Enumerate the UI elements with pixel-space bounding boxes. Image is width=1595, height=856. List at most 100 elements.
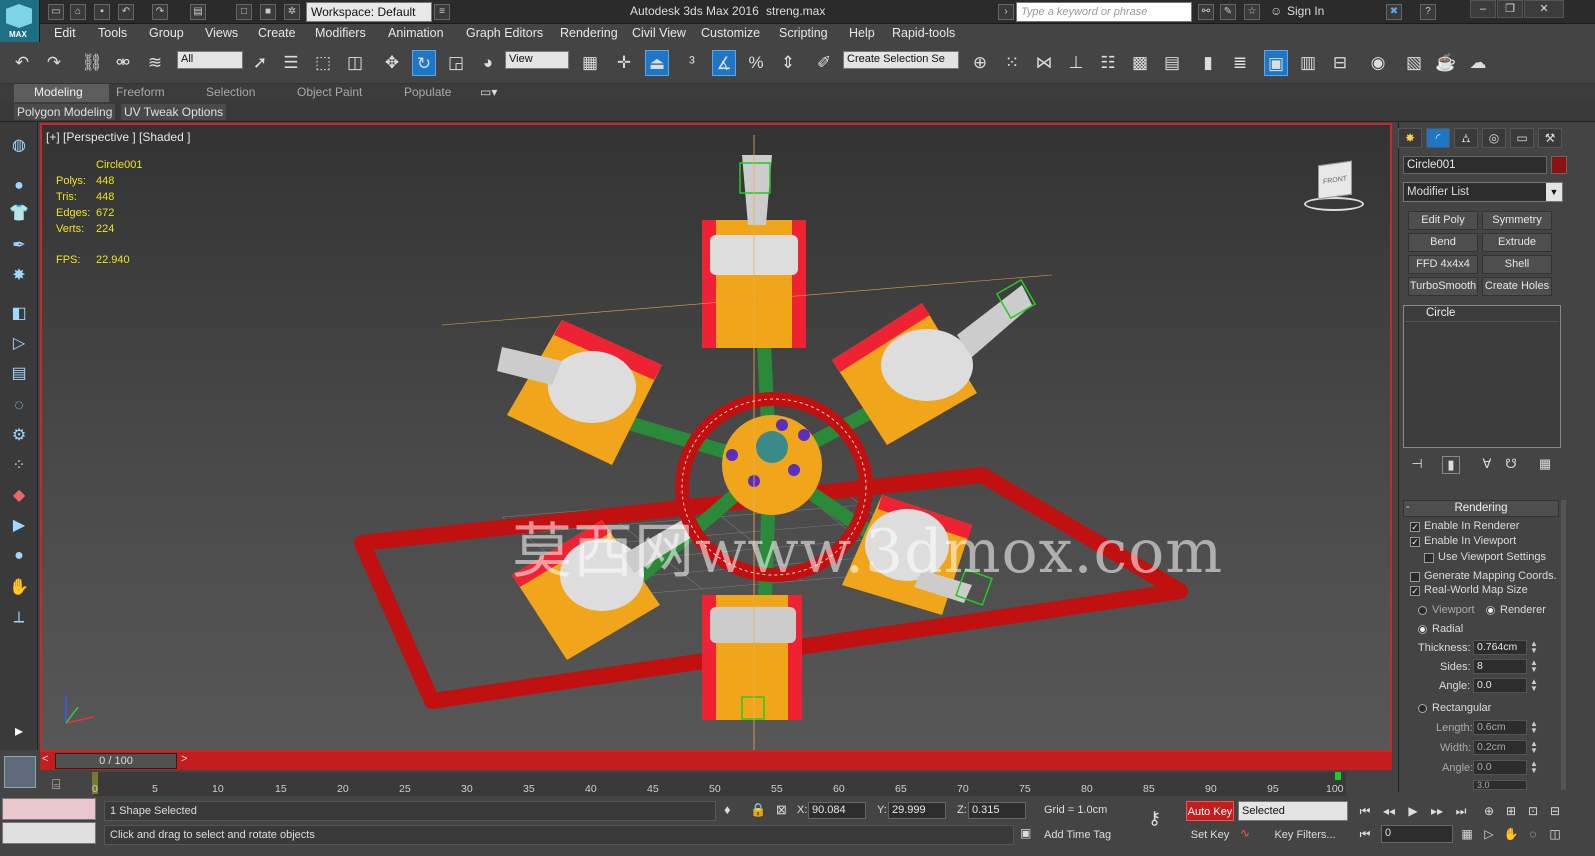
percent-snap-icon[interactable]: % (744, 50, 768, 76)
create-tab-icon[interactable]: ✸ (1398, 128, 1422, 148)
rectangle-selection-icon[interactable]: ⬚ (311, 50, 335, 76)
perspective-viewport[interactable]: [+] [Perspective ] [Shaded ] Circle001 P… (40, 123, 1392, 752)
isolate-icon[interactable]: ♦ (724, 802, 731, 817)
workspace-dropdown[interactable]: Workspace: Default (306, 2, 432, 22)
close-button[interactable]: ✕ (1524, 0, 1564, 18)
bind-space-warp-icon[interactable]: ≋ (143, 50, 167, 76)
snaps-toggle-icon[interactable]: ³ (680, 50, 704, 76)
previous-frame-icon[interactable]: ◂◂ (1380, 802, 1398, 820)
play-icon[interactable]: ▶ (7, 514, 31, 538)
minimize-button[interactable]: – (1470, 0, 1496, 18)
zoom-all-icon[interactable]: ⊞ (1502, 802, 1520, 820)
menu-views[interactable]: Views (205, 26, 238, 40)
shell-button[interactable]: Shell (1482, 255, 1552, 274)
time-slider-thumb[interactable]: 0 / 100 (55, 753, 177, 769)
configure-modifier-icon[interactable]: ▦ (1536, 456, 1554, 474)
project-folder-icon[interactable]: ▤ (190, 4, 206, 20)
help-icon[interactable]: ? (1420, 4, 1436, 20)
field-of-view-icon[interactable]: ▷ (1480, 825, 1498, 843)
time-config-icon[interactable]: ▦ (1458, 825, 1476, 843)
rollout-collapse-icon[interactable]: - (1406, 501, 1410, 513)
make-unique-icon[interactable]: ∀ (1478, 456, 1496, 474)
gear-icon[interactable]: ✲ (284, 4, 300, 20)
menu-modifiers[interactable]: Modifiers (315, 26, 366, 40)
maximize-toggle-icon[interactable]: ◫ (1546, 825, 1564, 843)
array-icon[interactable]: ⁙ (1000, 50, 1024, 76)
symmetry-button[interactable]: Symmetry (1482, 211, 1552, 230)
angle2-spinner-icon[interactable]: ▲ ▼ (1530, 760, 1538, 775)
render-iterative-icon[interactable]: ☁ (1466, 50, 1490, 76)
keyboard-shortcut-toggle-icon[interactable]: ⏏ (645, 50, 669, 76)
ribbon-tab-freeform[interactable]: Freeform (116, 85, 165, 99)
menu-help[interactable]: Help (849, 26, 875, 40)
enable-in-viewport-checkbox[interactable]: ✓ (1410, 537, 1420, 547)
use-viewport-settings-checkbox[interactable] (1424, 553, 1434, 563)
current-frame-field[interactable]: 0 (1381, 825, 1453, 843)
menu-customize[interactable]: Customize (701, 26, 760, 40)
play-panel-icon[interactable]: ▷ (7, 332, 31, 356)
generate-mapping-checkbox[interactable] (1410, 572, 1420, 582)
ribbon-tab-modeling[interactable]: Modeling (34, 85, 83, 99)
angle-field[interactable]: 0.0 (1473, 678, 1527, 693)
y-coordinate-field[interactable]: 29.999 (888, 802, 946, 819)
app-logo-button[interactable]: MAX (0, 0, 40, 42)
curve-icon[interactable]: ∿ (1240, 826, 1250, 840)
frame-marker-end[interactable] (1335, 772, 1341, 780)
edit-named-selection-icon[interactable]: ✐ (812, 50, 836, 76)
particle-icon[interactable]: ✸ (7, 264, 31, 288)
menu-scripting[interactable]: Scripting (779, 26, 828, 40)
length-spinner-icon[interactable]: ▲ ▼ (1530, 720, 1538, 735)
redo-icon[interactable]: ↷ (152, 4, 168, 20)
select-by-name-icon[interactable]: ☰ (279, 50, 303, 76)
x-coordinate-field[interactable]: 90.084 (808, 802, 866, 819)
scene-explorer-icon[interactable]: ◍ (7, 134, 31, 158)
menu-group[interactable]: Group (149, 26, 184, 40)
zoom-icon[interactable]: ● (7, 544, 31, 568)
menu-graph-editors[interactable]: Graph Editors (466, 26, 543, 40)
go-to-start-icon[interactable]: ⏮ (1356, 802, 1374, 820)
modifier-stack[interactable] (1403, 305, 1561, 448)
save-file-icon[interactable]: ▪ (94, 4, 110, 20)
mirror-icon[interactable]: ⊕ (968, 50, 992, 76)
align-icon[interactable]: ⊥ (1064, 50, 1088, 76)
edit-poly-button[interactable]: Edit Poly (1408, 211, 1478, 230)
maxscript-listener-input[interactable] (2, 798, 96, 820)
zoom-icon[interactable]: ⊕ (1480, 802, 1498, 820)
ribbon-tab-populate[interactable]: Populate (404, 85, 451, 99)
restore-button[interactable]: ❐ (1497, 0, 1523, 18)
real-world-checkbox[interactable]: ✓ (1410, 586, 1420, 596)
pivot-center-icon[interactable]: ▦ (578, 50, 602, 76)
list-panel-icon[interactable]: ▤ (7, 362, 31, 386)
time-slider[interactable] (40, 752, 1392, 770)
open-file-icon[interactable]: ⌂ (70, 4, 86, 20)
rendering-rollout-header[interactable]: Rendering (1403, 500, 1559, 517)
ribbon-tab-selection[interactable]: Selection (206, 85, 255, 99)
motion-tab-icon[interactable]: ◎ (1482, 128, 1506, 148)
extrude-button[interactable]: Extrude (1482, 233, 1552, 252)
render-teapot-icon[interactable]: ☕ (1434, 50, 1458, 76)
sides-field[interactable]: 8 (1473, 659, 1527, 674)
subscription-icon[interactable]: ✎ (1220, 4, 1236, 20)
uv-tweak-options-button[interactable]: UV Tweak Options (121, 104, 227, 120)
ribbon-toggle-icon[interactable]: ▮ (1196, 50, 1220, 76)
turbosmooth-button[interactable]: TurboSmooth (1408, 277, 1478, 296)
viewcube-front-face[interactable]: FRONT (1318, 160, 1352, 200)
material-editor-icon[interactable]: ▥ (1296, 50, 1320, 76)
reference-coordinate-dropdown[interactable]: View (505, 51, 569, 69)
play-icon[interactable]: ▶ (1404, 802, 1422, 820)
display-tab-icon[interactable]: ▭ (1510, 128, 1534, 148)
show-end-result-icon[interactable]: ▮ (1442, 456, 1460, 474)
link-icon[interactable]: ⛓ (80, 50, 104, 76)
modify-tab-icon[interactable]: ◜ (1426, 128, 1450, 148)
sides-spinner-icon[interactable]: ▲ ▼ (1530, 659, 1538, 674)
key-mode-toggle-icon[interactable]: ⏮ (1356, 825, 1374, 843)
create-holes-button[interactable]: Create Holes (1482, 277, 1552, 296)
modifier-list-dropdown[interactable]: Modifier List (1403, 182, 1563, 202)
polygon-modeling-button[interactable]: Polygon Modeling (14, 104, 116, 120)
menu-civil-view[interactable]: Civil View (632, 26, 686, 40)
aspect-field[interactable]: 3.0 (1473, 780, 1527, 790)
set-key-button[interactable]: Set Key (1186, 825, 1234, 845)
remove-modifier-icon[interactable]: ☋ (1502, 456, 1520, 474)
sphere-icon[interactable]: ● (7, 174, 31, 198)
axis-icon[interactable]: ⟂ (7, 606, 31, 630)
